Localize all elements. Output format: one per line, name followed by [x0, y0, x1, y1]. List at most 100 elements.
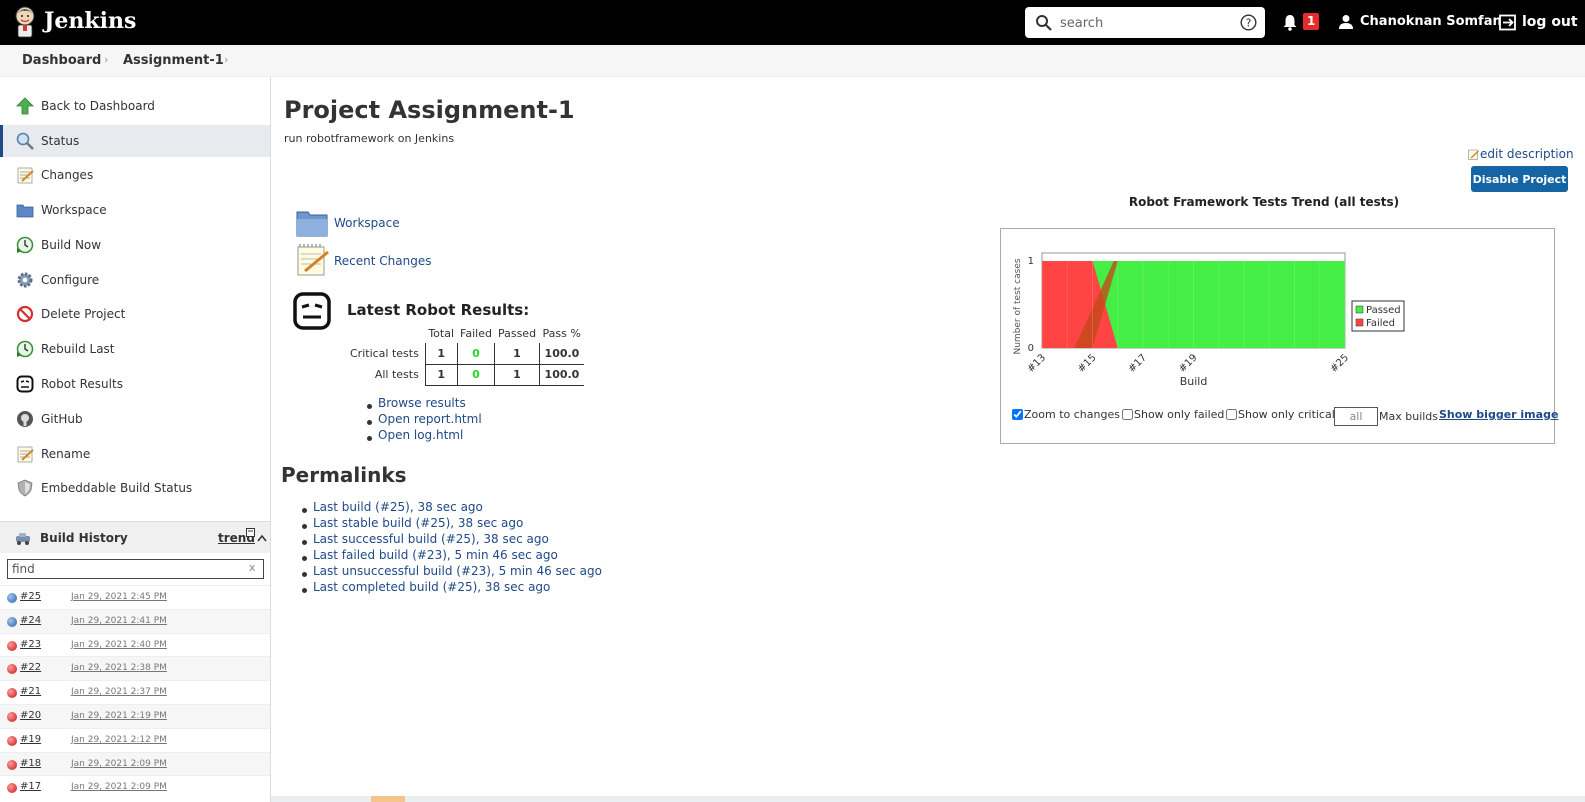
brand-title[interactable]: Jenkins: [44, 8, 136, 34]
breadcrumb-project[interactable]: Assignment-1: [123, 53, 224, 68]
breadcrumb-separator[interactable]: ›: [104, 53, 108, 66]
permalink-link[interactable]: Last stable build (#25), 38 sec ago: [313, 516, 523, 530]
build-row[interactable]: #19 Jan 29, 2021 2:12 PM: [0, 727, 270, 752]
show-only-critical-checkbox[interactable]: [1226, 409, 1237, 420]
task-label: Build Now: [41, 238, 102, 252]
open-log-link[interactable]: Open log.html: [378, 428, 463, 442]
build-number-link[interactable]: #20: [20, 710, 41, 721]
build-date-link[interactable]: Jan 29, 2021 2:45 PM: [71, 592, 167, 602]
pass-percent-cell: 100.0: [538, 343, 585, 365]
task-back-to-dashboard[interactable]: Back to Dashboard: [0, 90, 270, 122]
task-workspace[interactable]: Workspace: [0, 194, 270, 226]
logout-icon[interactable]: [1499, 14, 1518, 31]
notification-badge[interactable]: 1: [1303, 13, 1320, 30]
disable-project-button[interactable]: Disable Project: [1471, 166, 1568, 192]
build-date-link[interactable]: Jan 29, 2021 2:19 PM: [71, 711, 167, 721]
notepad-icon[interactable]: [1468, 149, 1479, 160]
edit-description-link[interactable]: edit description: [1480, 147, 1574, 161]
workspace-link[interactable]: Workspace: [334, 216, 400, 230]
chevron-up-icon[interactable]: [257, 534, 267, 542]
trend-chart-svg[interactable]: 0 1 Number of test cases#13 #15 #17 #19 #25 Bui…: [1001, 229, 1554, 405]
list-bullet: [302, 587, 307, 593]
horizontal-scrollbar[interactable]: [271, 796, 1585, 802]
red-ball-icon: [7, 783, 17, 794]
legend-swatch: [1355, 318, 1364, 327]
build-date-link[interactable]: Jan 29, 2021 2:40 PM: [71, 640, 167, 650]
expand-icon[interactable]: [246, 528, 255, 537]
browse-results-link[interactable]: Browse results: [378, 396, 466, 410]
scrollbar-thumb[interactable]: [371, 796, 405, 802]
permalink-link[interactable]: Last unsuccessful build (#23), 5 min 46 …: [313, 564, 602, 578]
build-row[interactable]: #22 Jan 29, 2021 2:38 PM: [0, 656, 270, 681]
build-date-link[interactable]: Jan 29, 2021 2:09 PM: [71, 759, 167, 769]
build-row[interactable]: #24 Jan 29, 2021 2:41 PM: [0, 608, 270, 633]
table-header: Passed: [497, 327, 537, 340]
breadcrumb-separator[interactable]: ›: [224, 53, 228, 66]
user-name-link[interactable]: Chanoknan Somfan: [1360, 14, 1502, 29]
robot-results-table: Total Failed Passed Pass % Critical test…: [345, 324, 585, 386]
permalink-link[interactable]: Last failed build (#23), 5 min 46 sec ag…: [313, 548, 558, 562]
row-label: Critical tests: [350, 347, 419, 360]
blue-ball-icon: [7, 616, 17, 627]
task-configure[interactable]: Configure: [0, 264, 270, 296]
permalink-link[interactable]: Last successful build (#25), 38 sec ago: [313, 532, 549, 546]
build-number-link[interactable]: #22: [20, 662, 41, 673]
folder-icon[interactable]: [295, 206, 329, 240]
search-input[interactable]: [1060, 13, 1230, 33]
permalink-link[interactable]: Last completed build (#25), 38 sec ago: [313, 580, 550, 594]
task-changes[interactable]: Changes: [0, 159, 270, 191]
build-date-link[interactable]: Jan 29, 2021 2:12 PM: [71, 735, 167, 745]
task-embeddable-build-status[interactable]: Embeddable Build Status: [0, 472, 270, 504]
task-rename[interactable]: Rename: [0, 438, 270, 470]
build-row[interactable]: #18 Jan 29, 2021 2:09 PM: [0, 751, 270, 776]
task-status[interactable]: Status: [0, 125, 270, 157]
task-build-now[interactable]: Build Now: [0, 229, 270, 261]
task-robot-results[interactable]: Robot Results: [0, 368, 270, 400]
list-bullet: [367, 436, 372, 441]
build-date-link[interactable]: Jan 29, 2021 2:37 PM: [71, 687, 167, 697]
build-row[interactable]: #23 Jan 29, 2021 2:40 PM: [0, 632, 270, 657]
task-delete-project[interactable]: Delete Project: [0, 298, 270, 330]
notepad-icon[interactable]: [295, 243, 329, 277]
build-number-link[interactable]: #25: [20, 591, 41, 602]
build-row[interactable]: #25 Jan 29, 2021 2:45 PM: [0, 585, 270, 609]
task-github[interactable]: GitHub: [0, 403, 270, 435]
help-icon[interactable]: ?: [1240, 14, 1257, 31]
task-rebuild-last[interactable]: Rebuild Last: [0, 333, 270, 365]
build-date-link[interactable]: Jan 29, 2021 2:09 PM: [71, 782, 167, 792]
build-row[interactable]: #17 Jan 29, 2021 2:09 PM: [0, 775, 270, 799]
legend-label: Passed: [1366, 305, 1401, 316]
notepad-icon: [17, 446, 34, 463]
search-box[interactable]: ?: [1025, 7, 1265, 38]
jenkins-logo-icon[interactable]: [12, 6, 38, 38]
breadcrumb-dashboard[interactable]: Dashboard: [22, 53, 101, 68]
build-number-link[interactable]: #24: [20, 615, 41, 626]
show-bigger-image-link[interactable]: Show bigger image: [1439, 408, 1558, 421]
open-report-link[interactable]: Open report.html: [378, 412, 482, 426]
build-number-link[interactable]: #17: [20, 781, 41, 792]
recent-changes-link[interactable]: Recent Changes: [334, 254, 431, 268]
build-row[interactable]: #20 Jan 29, 2021 2:19 PM: [0, 704, 270, 728]
task-label: Rebuild Last: [41, 342, 115, 356]
logout-link[interactable]: log out: [1522, 14, 1578, 30]
max-builds-input[interactable]: [1334, 407, 1378, 426]
permalink-link[interactable]: Last build (#25), 38 sec ago: [313, 500, 483, 514]
clear-filter-button[interactable]: x: [249, 561, 256, 574]
show-only-failed-checkbox[interactable]: [1122, 409, 1133, 420]
main-panel: Project Assignment-1 run robotframework …: [271, 77, 1585, 802]
build-number-link[interactable]: #19: [20, 734, 41, 745]
build-number-link[interactable]: #21: [20, 686, 41, 697]
build-history-filter[interactable]: x: [7, 559, 264, 579]
build-number-link[interactable]: #23: [20, 639, 41, 650]
build-row[interactable]: #21 Jan 29, 2021 2:37 PM: [0, 680, 270, 704]
list-bullet: [367, 404, 372, 409]
table-header: Failed: [460, 327, 492, 340]
build-date-link[interactable]: Jan 29, 2021 2:38 PM: [71, 663, 167, 673]
bell-icon[interactable]: [1282, 14, 1298, 31]
build-date-link[interactable]: Jan 29, 2021 2:41 PM: [71, 616, 167, 626]
task-label: Configure: [41, 273, 100, 287]
zoom-to-changes-checkbox[interactable]: [1012, 409, 1023, 420]
red-ball-icon: [7, 688, 17, 699]
build-number-link[interactable]: #18: [20, 758, 41, 769]
build-filter-input[interactable]: [12, 562, 237, 576]
